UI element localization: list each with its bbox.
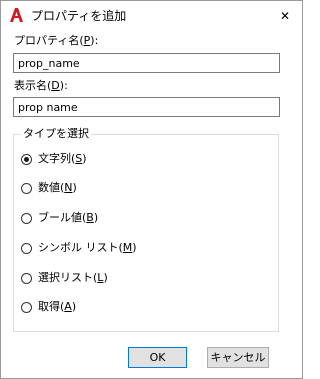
title-bar: プロパティを追加 ✕ — [1, 1, 302, 30]
property-name-input[interactable] — [13, 53, 280, 73]
radio-string[interactable]: 文字列(S) — [21, 152, 87, 166]
close-button[interactable]: ✕ — [268, 1, 302, 30]
radio-acquire[interactable]: 取得(A) — [21, 300, 76, 314]
radio-number[interactable]: 数値(N) — [21, 181, 77, 195]
type-group-title: タイプを選択 — [21, 127, 91, 141]
radio-button[interactable] — [21, 242, 32, 254]
radio-button[interactable] — [21, 212, 32, 224]
radio-label: 選択リスト(L) — [38, 271, 108, 284]
property-name-label: プロパティ名(P): — [14, 34, 99, 47]
radio-button[interactable] — [21, 182, 32, 194]
radio-boolean[interactable]: ブール値(B) — [21, 211, 98, 225]
radio-button[interactable] — [21, 301, 32, 313]
radio-label: 文字列(S) — [38, 152, 87, 165]
radio-label: 取得(A) — [38, 300, 77, 313]
radio-label: シンボル リスト(M) — [38, 241, 137, 254]
radio-button-checked[interactable] — [21, 153, 32, 165]
cancel-button[interactable]: キャンセル — [207, 347, 269, 368]
autocad-app-icon — [10, 8, 23, 22]
add-property-dialog: プロパティを追加 ✕ プロパティ名(P): 表示名(D): タイプを選択 文字列… — [0, 0, 303, 379]
radio-symbol-list[interactable]: シンボル リスト(M) — [21, 241, 137, 255]
radio-label: ブール値(B) — [38, 211, 99, 224]
type-select-group: タイプを選択 文字列(S) 数値(N) ブール値(B) シンボル リスト(M) … — [13, 127, 279, 332]
close-icon: ✕ — [279, 8, 291, 23]
ok-button[interactable]: OK — [128, 347, 187, 368]
display-name-label: 表示名(D): — [14, 79, 68, 92]
radio-label: 数値(N) — [38, 181, 77, 194]
radio-selection-list[interactable]: 選択リスト(L) — [21, 271, 108, 285]
radio-button[interactable] — [21, 272, 32, 284]
display-name-input[interactable] — [13, 97, 280, 117]
dialog-title: プロパティを追加 — [31, 9, 127, 23]
